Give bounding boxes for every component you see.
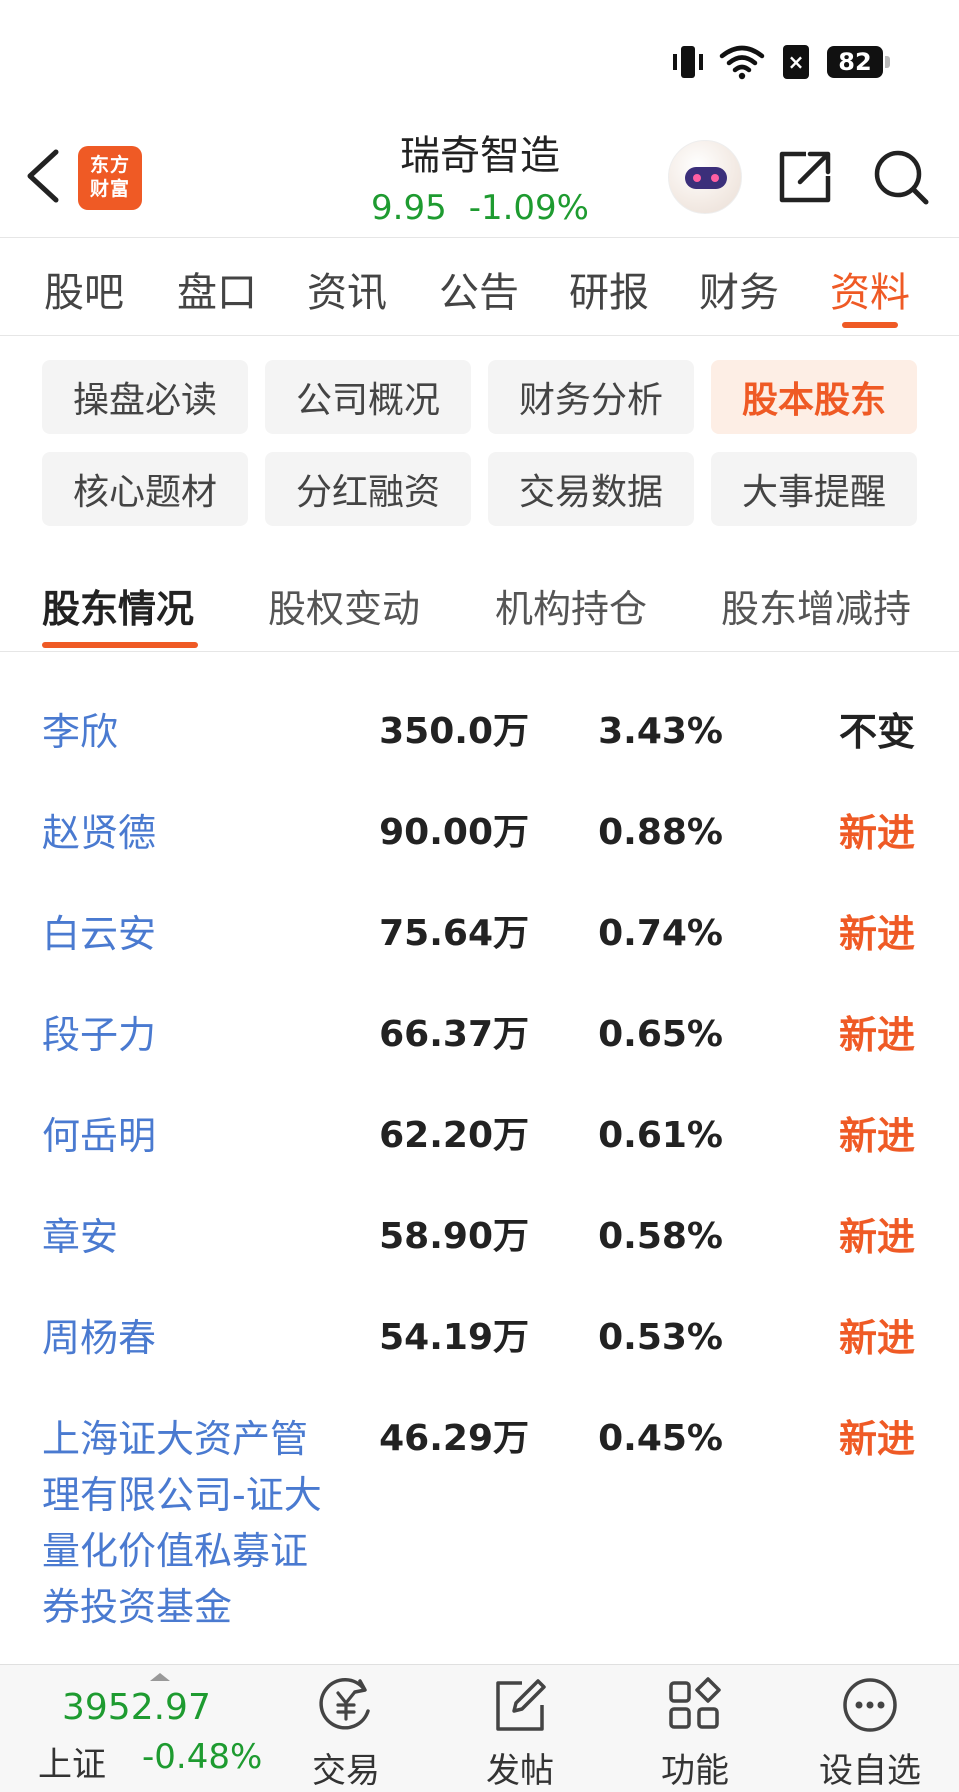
- battery-icon: 82: [827, 46, 890, 78]
- subtab-equity-changes[interactable]: 股权变动: [268, 578, 420, 633]
- back-button[interactable]: [20, 144, 64, 208]
- nav-add-watchlist-button[interactable]: 设自选: [800, 1675, 940, 1791]
- nav-trade-label: 交易: [312, 1751, 380, 1791]
- nav-trade-button[interactable]: 交易: [276, 1675, 416, 1791]
- holder-shares: 90.00万: [379, 812, 529, 853]
- holder-name[interactable]: 何岳明: [42, 1108, 342, 1164]
- wifi-icon: [719, 45, 765, 80]
- tab-pankou[interactable]: 盘口: [177, 260, 257, 318]
- holder-percentage: 0.65%: [598, 1014, 723, 1055]
- subtab-institutional-holdings[interactable]: 机构持仓: [495, 578, 647, 633]
- holder-percentage: 3.43%: [598, 711, 723, 752]
- holder-change-status: 新进: [838, 912, 915, 956]
- holder-change-status: 新进: [838, 1316, 915, 1360]
- stock-title: 瑞奇智造 9.95 -1.09%: [330, 128, 630, 230]
- nav-functions-button[interactable]: 功能: [625, 1675, 765, 1791]
- more-dots-icon: [843, 1678, 897, 1732]
- holder-change-status: 新进: [838, 811, 915, 855]
- holder-name[interactable]: 赵贤德: [42, 805, 342, 861]
- stock-change-pct: -1.09%: [468, 188, 589, 228]
- holder-shares: 58.90万: [379, 1216, 529, 1257]
- nav-post-label: 发帖: [486, 1751, 554, 1791]
- battery-level: 82: [838, 48, 872, 76]
- no-sim-icon: ×: [783, 45, 809, 79]
- holder-name[interactable]: 白云安: [42, 906, 342, 962]
- logo-text: 东方 财富: [89, 154, 130, 200]
- nav-functions-label: 功能: [661, 1751, 729, 1791]
- holder-shares: 54.19万: [379, 1317, 529, 1358]
- holder-name[interactable]: 段子力: [42, 1007, 342, 1063]
- chip-dividends-financing[interactable]: 分红融资: [265, 452, 471, 526]
- tab-announcements[interactable]: 公告: [439, 260, 519, 318]
- tab-news[interactable]: 资讯: [307, 260, 387, 318]
- holder-change-status: 新进: [838, 1215, 915, 1259]
- subtab-shareholder-status[interactable]: 股东情况: [42, 578, 194, 633]
- share-icon[interactable]: [776, 148, 834, 206]
- sub-tab-bar: 股东情况 股权变动 机构持仓 股东增减持: [0, 560, 959, 652]
- chip-trading-guide[interactable]: 操盘必读: [42, 360, 248, 434]
- chip-company-overview[interactable]: 公司概况: [265, 360, 471, 434]
- holder-shares: 350.0万: [379, 711, 529, 752]
- chip-shareholders[interactable]: 股本股东: [711, 360, 917, 434]
- holder-percentage: 0.61%: [598, 1115, 723, 1156]
- stock-header: 东方 财富 瑞奇智造 9.95 -1.09%: [0, 120, 959, 238]
- holder-name[interactable]: 章安: [42, 1209, 342, 1265]
- search-icon[interactable]: [872, 148, 930, 206]
- market-index-ticker[interactable]: 3952.97 上证 -0.48%: [30, 1665, 270, 1792]
- chip-event-reminders[interactable]: 大事提醒: [711, 452, 917, 526]
- holder-shares: 46.29万: [379, 1418, 529, 1459]
- holder-percentage: 0.74%: [598, 913, 723, 954]
- vibrate-icon: [673, 44, 703, 80]
- holder-change-status: 不变: [838, 710, 915, 754]
- index-change: -0.48%: [142, 1737, 263, 1777]
- chip-financial-analysis[interactable]: 财务分析: [488, 360, 694, 434]
- tab-finance[interactable]: 财务: [699, 260, 779, 318]
- holder-change-status: 新进: [838, 1417, 915, 1461]
- holder-percentage: 0.45%: [598, 1418, 723, 1459]
- stock-quote: 9.95 -1.09%: [330, 186, 630, 230]
- tab-research[interactable]: 研报: [569, 260, 649, 318]
- stock-name: 瑞奇智造: [400, 133, 560, 179]
- tab-guba[interactable]: 股吧: [44, 260, 124, 318]
- holder-change-status: 新进: [838, 1013, 915, 1057]
- holder-percentage: 0.58%: [598, 1216, 723, 1257]
- main-tab-bar: 股吧 盘口 资讯 公告 研报 财务 资料: [0, 238, 959, 336]
- index-name: 上证: [38, 1745, 106, 1785]
- edit-post-icon: [496, 1679, 546, 1731]
- nav-post-button[interactable]: 发帖: [450, 1675, 590, 1791]
- nav-add-watchlist-label: 设自选: [819, 1751, 921, 1791]
- expand-caret-icon: [150, 1673, 170, 1681]
- yuan-exchange-icon: [319, 1678, 370, 1730]
- status-icons: × 82: [673, 44, 890, 80]
- ai-assistant-robot-icon[interactable]: [668, 140, 742, 214]
- active-tab-indicator: [842, 322, 898, 328]
- app-logo[interactable]: 东方 财富: [78, 146, 142, 210]
- holder-name[interactable]: 李欣: [42, 704, 342, 760]
- holder-shares: 66.37万: [379, 1014, 529, 1055]
- holder-shares: 75.64万: [379, 913, 529, 954]
- bottom-nav-bar: 3952.97 上证 -0.48% 交易 发帖 功能 设自选: [0, 1664, 959, 1792]
- chip-trading-data[interactable]: 交易数据: [488, 452, 694, 526]
- holder-name[interactable]: 上海证大资产管理有限公司-证大量化价值私募证券投资基金: [42, 1411, 332, 1635]
- chip-core-themes[interactable]: 核心题材: [42, 452, 248, 526]
- holder-percentage: 0.88%: [598, 812, 723, 853]
- tab-profile[interactable]: 资料: [830, 260, 910, 318]
- subtab-holding-changes[interactable]: 股东增减持: [721, 578, 911, 633]
- status-bar: × 82: [0, 0, 959, 120]
- holder-name[interactable]: 周杨春: [42, 1310, 342, 1366]
- holder-change-status: 新进: [838, 1114, 915, 1158]
- active-subtab-indicator: [42, 642, 198, 648]
- index-value: 3952.97: [62, 1687, 211, 1728]
- holder-percentage: 0.53%: [598, 1317, 723, 1358]
- holder-shares: 62.20万: [379, 1115, 529, 1156]
- grid-apps-icon: [669, 1677, 721, 1729]
- stock-price: 9.95: [371, 188, 447, 228]
